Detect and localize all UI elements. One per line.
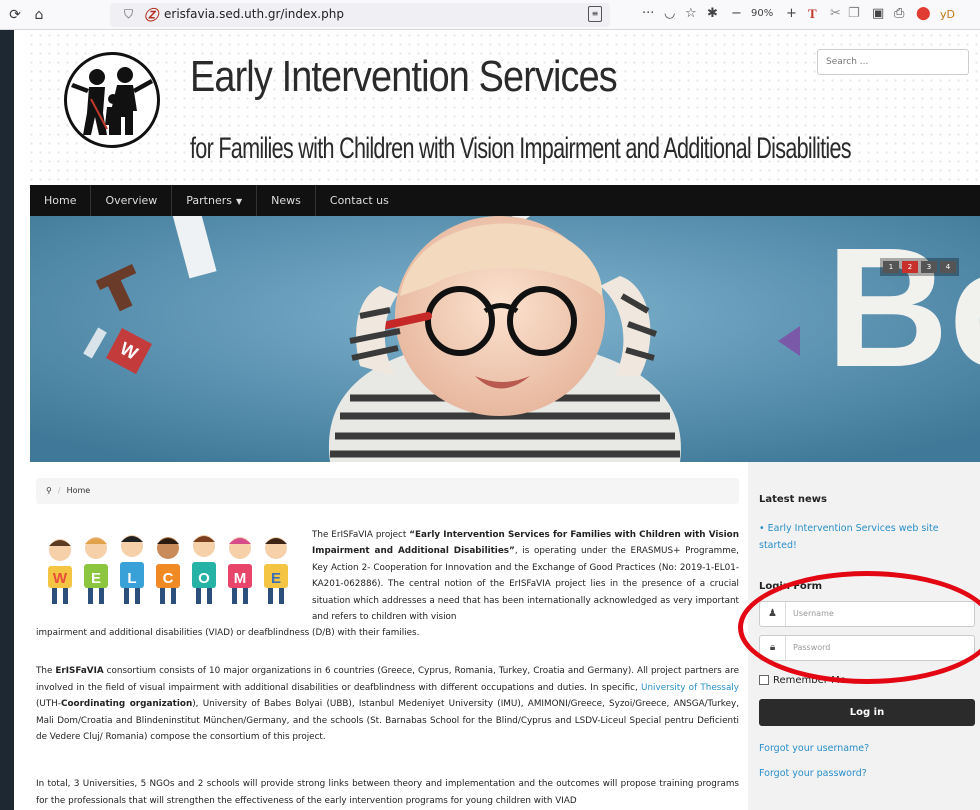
baby-with-glasses-photo: W Bc — [30, 216, 980, 462]
svg-text:Bc: Bc — [826, 216, 980, 403]
nav-item-contact[interactable]: Contact us — [316, 185, 403, 216]
print-icon[interactable]: ⎙ — [894, 6, 904, 21]
text-run: The — [36, 666, 56, 676]
remember-me-checkbox[interactable] — [759, 675, 769, 685]
slide-page-button[interactable]: 1 — [883, 261, 899, 273]
cut-icon[interactable]: ✂ — [830, 6, 841, 21]
nav-item-label: News — [271, 194, 301, 207]
news-link[interactable]: Early Intervention Services web site sta… — [759, 523, 939, 551]
intro-paragraph-end: impairment and additional disabilities (… — [36, 628, 420, 638]
url-text[interactable]: erisfavia.sed.uth.gr/index.php — [164, 7, 344, 21]
welcome-letter: C — [163, 570, 174, 587]
copy-icon[interactable]: ❐ — [848, 6, 860, 21]
username-placeholder: Username — [793, 609, 834, 618]
login-form-heading: Login Form — [759, 581, 823, 592]
logo-icon[interactable] — [64, 52, 160, 148]
user-icon: ♟ — [760, 602, 786, 626]
username-field[interactable]: ♟ Username — [759, 601, 975, 627]
password-field[interactable]: 🔒︎ Password — [759, 635, 975, 661]
home-icon[interactable]: ⌂ — [30, 5, 48, 25]
text-run: , is operating under the ERASMUS+ Progra… — [312, 546, 739, 623]
left-window-strip — [0, 30, 14, 810]
pocket-icon[interactable]: ◡ — [664, 6, 675, 21]
lock-icon: 🔒︎ — [760, 636, 786, 660]
bookmark-star-icon[interactable]: ☆ — [685, 6, 697, 21]
slide-page-button[interactable]: 4 — [940, 261, 956, 273]
more-icon[interactable]: ··· — [642, 6, 654, 21]
latest-news-heading: Latest news — [759, 494, 827, 505]
welcome-letter: M — [234, 570, 247, 587]
login-button[interactable]: Log in — [759, 699, 975, 726]
slide-page-button-active[interactable]: 2 — [902, 261, 918, 273]
zoom-out-icon[interactable]: − — [731, 6, 742, 21]
location-pin-icon: ⚲ — [46, 486, 52, 495]
slideshow-banner[interactable]: W Bc — [30, 216, 980, 462]
url-bar[interactable]: ⛉ Ⓩ erisfavia.sed.uth.gr/index.php ≡ — [110, 3, 610, 27]
caret-down-icon: ▼ — [236, 197, 243, 206]
browser-toolbar: ⟳ ⌂ ⛉ Ⓩ erisfavia.sed.uth.gr/index.php ≡… — [0, 0, 980, 30]
welcome-letter: E — [91, 570, 101, 587]
site-header: Early Intervention Services for Families… — [30, 30, 980, 185]
forgot-username-link[interactable]: Forgot your username? — [759, 743, 869, 754]
nav-item-label: Home — [44, 194, 77, 207]
welcome-letter: L — [127, 570, 136, 587]
clipboard-icon[interactable]: ▣ — [872, 6, 884, 21]
breadcrumb-current: Home — [66, 486, 91, 495]
nav-item-label: Partners — [186, 194, 232, 207]
adblock-icon[interactable]: ⬤ — [916, 6, 931, 21]
text-run: The ErISFaVIA project — [312, 530, 410, 540]
welcome-letter: O — [198, 570, 210, 587]
welcome-letter: W — [53, 570, 68, 587]
nav-item-label: Overview — [105, 194, 158, 207]
nav-item-label: Contact us — [329, 194, 389, 207]
nav-item-overview[interactable]: Overview — [91, 185, 173, 216]
remember-me[interactable]: Remember Me — [759, 675, 846, 686]
site-subtitle: for Families with Children with Vision I… — [190, 132, 852, 165]
news-list-item: • Early Intervention Services web site s… — [759, 520, 964, 554]
zoom-in-icon[interactable]: + — [786, 6, 797, 21]
intro-paragraph: The ErISFaVIA project “Early Interventio… — [312, 527, 739, 625]
shield-icon[interactable]: ⛉ — [124, 7, 133, 22]
slide-page-button[interactable]: 3 — [921, 261, 937, 273]
slideshow-pager: 1 2 3 4 — [880, 258, 959, 276]
text-tool-icon[interactable]: T — [808, 6, 817, 22]
welcome-letter: E — [271, 570, 281, 587]
search-input[interactable] — [817, 49, 969, 75]
forgot-password-link[interactable]: Forgot your password? — [759, 768, 867, 779]
password-placeholder: Password — [793, 643, 831, 652]
profile-icon[interactable]: yD — [940, 8, 955, 21]
nav-item-partners[interactable]: Partners ▼ — [172, 185, 258, 216]
university-of-thessaly-link[interactable]: University of Thessaly — [641, 683, 739, 693]
remember-me-label: Remember Me — [773, 675, 846, 686]
breadcrumb: ⚲ / Home — [36, 478, 739, 504]
text-run: consortium consists of 10 major organiza… — [36, 666, 739, 693]
zoom-level[interactable]: 90% — [751, 8, 773, 19]
bullet-icon: • — [759, 523, 765, 534]
consortium-paragraph: The ErISFaVIA consortium consists of 10 … — [36, 663, 739, 746]
main-nav: Home Overview Partners ▼ News Contact us — [30, 185, 980, 216]
nav-item-home[interactable]: Home — [30, 185, 92, 216]
text-bold: ErISFaVIA — [55, 666, 104, 676]
site-title[interactable]: Early Intervention Services — [190, 52, 618, 102]
reload-icon[interactable]: ⟳ — [6, 5, 24, 25]
nav-item-news[interactable]: News — [257, 185, 316, 216]
text-run: (UTH- — [36, 699, 62, 710]
welcome-kids-image: W E L C O M E — [36, 528, 304, 610]
summary-paragraph: In total, 3 Universities, 5 NGOs and 2 s… — [36, 779, 739, 806]
site-favicon-icon: Ⓩ — [144, 8, 158, 24]
extension-icon[interactable]: ✱ — [707, 6, 718, 21]
reader-icon[interactable]: ≡ — [588, 6, 602, 22]
text-bold: Coordinating organization — [61, 699, 193, 710]
